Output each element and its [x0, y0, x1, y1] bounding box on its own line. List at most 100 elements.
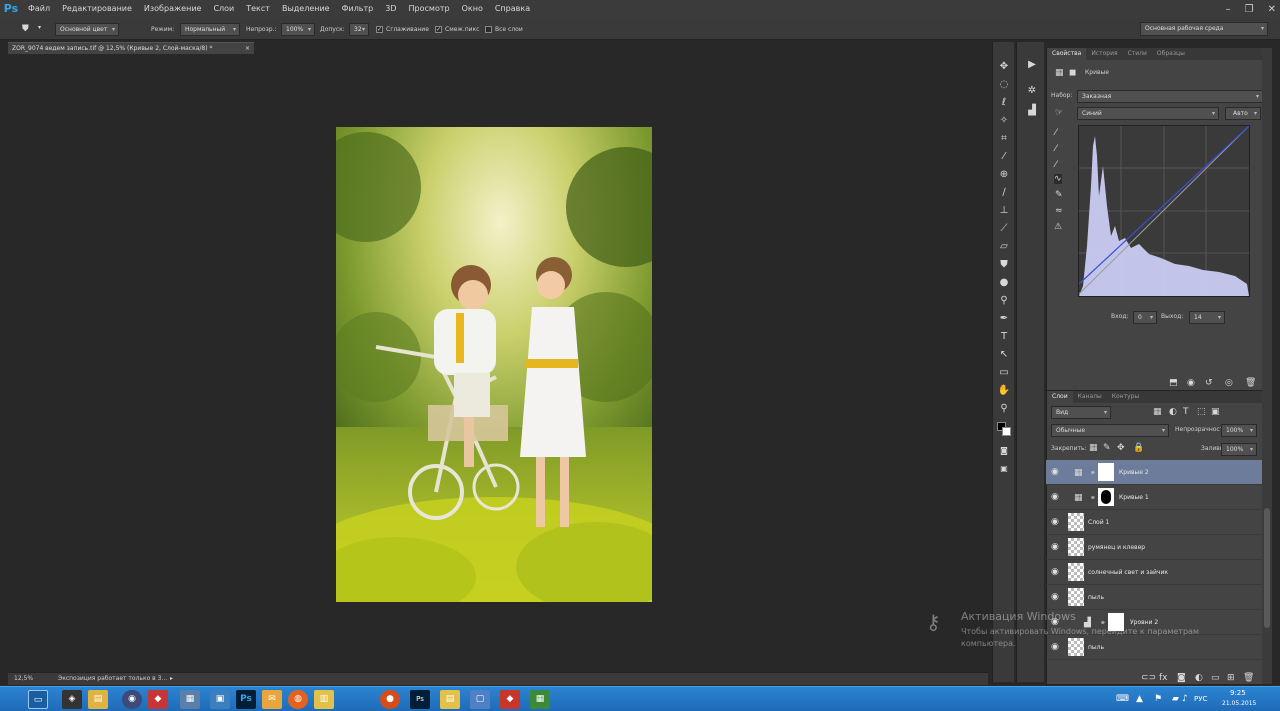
layer-opacity-input[interactable]: 100% [1221, 424, 1257, 437]
lock-pixels-icon[interactable]: ✎ [1103, 443, 1111, 453]
curves-histogram[interactable] [1078, 125, 1250, 297]
mask-icon[interactable]: ◼ [1069, 68, 1076, 78]
add-mask-icon[interactable]: ◙ [1177, 673, 1186, 683]
layer-row[interactable]: ◉ ▦ ⚭ Кривые 1 [1046, 485, 1262, 510]
antialias-checkbox[interactable]: ✓ [376, 26, 383, 33]
chain-icon[interactable]: ⚭ [1090, 493, 1096, 503]
filter-smart-icon[interactable]: ▣ [1211, 407, 1220, 417]
folder-icon[interactable]: ▤ [88, 690, 108, 709]
layer-row[interactable]: ◉ румянец и клевер [1046, 535, 1262, 560]
lock-position-icon[interactable]: ✥ [1117, 443, 1125, 453]
paint-bucket-icon[interactable]: ⛊ [22, 24, 29, 34]
folder-icon[interactable]: ▥ [314, 690, 334, 709]
tab-paths[interactable]: Контуры [1107, 391, 1144, 403]
tab-history[interactable]: История [1086, 48, 1122, 60]
new-group-icon[interactable]: ▭ [1211, 673, 1220, 683]
curve-pencil-icon[interactable]: ✎ [1055, 190, 1063, 200]
media-player-icon[interactable]: ◉ [122, 690, 142, 709]
paint-bucket-tool-icon[interactable]: ⛊ [997, 258, 1011, 272]
menu-view[interactable]: Просмотр [403, 0, 456, 18]
network-icon[interactable]: ▰ [1172, 694, 1179, 704]
menu-image[interactable]: Изображение [138, 0, 208, 18]
new-adjustment-icon[interactable]: ◐ [1195, 673, 1203, 683]
chain-icon[interactable]: ⚭ [1090, 468, 1096, 478]
eyedropper-black-icon[interactable]: ⁄ [1055, 128, 1057, 138]
shape-tool-icon[interactable]: ▭ [997, 366, 1011, 380]
filter-pixel-icon[interactable]: ▦ [1153, 407, 1162, 417]
chevron-down-icon[interactable]: ▾ [38, 23, 41, 33]
eye-icon[interactable]: ◉ [1051, 592, 1059, 602]
eyedropper-gray-icon[interactable]: ⁄ [1055, 144, 1057, 154]
app-icon[interactable]: ▣ [210, 690, 230, 709]
magic-wand-tool-icon[interactable]: ✧ [997, 114, 1011, 128]
smooth-curve-icon[interactable]: ≈ [1055, 206, 1063, 216]
menu-select[interactable]: Выделение [276, 0, 336, 18]
scrollbar-thumb[interactable] [1264, 508, 1270, 628]
target-adjust-icon[interactable]: ☞ [1055, 108, 1063, 118]
eye-icon[interactable]: ◉ [1051, 517, 1059, 527]
all-layers-checkbox[interactable] [485, 26, 492, 33]
layer-mask-thumbnail[interactable] [1098, 488, 1114, 506]
tab-channels[interactable]: Каналы [1073, 391, 1107, 403]
layer-mask-thumbnail[interactable] [1098, 463, 1114, 481]
layer-row[interactable]: ◉ Слой 1 [1046, 510, 1262, 535]
tab-layers[interactable]: Слои [1047, 391, 1073, 403]
zoom-tool-icon[interactable]: ⚲ [997, 402, 1011, 416]
clip-to-layer-icon[interactable]: ⬒ [1169, 378, 1178, 388]
tab-properties[interactable]: Свойства [1047, 48, 1087, 60]
contiguous-checkbox[interactable]: ✓ [435, 26, 442, 33]
delete-icon[interactable]: 🗑 [1245, 378, 1256, 388]
pen-tool-icon[interactable]: ✒ [997, 312, 1011, 326]
language-indicator[interactable]: РУС [1194, 695, 1207, 703]
menu-file[interactable]: Файл [22, 0, 56, 18]
eye-icon[interactable]: ◉ [1051, 467, 1059, 477]
blur-tool-icon[interactable]: ● [997, 276, 1011, 290]
desktop-icon[interactable]: ▭ [28, 690, 48, 709]
menu-edit[interactable]: Редактирование [56, 0, 138, 18]
document-tab[interactable]: ZOR_9074 ведем запись.tif @ 12,5% (Кривы… [8, 42, 254, 54]
eye-icon[interactable]: ◉ [1051, 492, 1059, 502]
tab-styles[interactable]: Стили [1123, 48, 1152, 60]
layer-thumbnail[interactable] [1068, 588, 1084, 606]
opacity-input[interactable]: 100% [281, 23, 315, 36]
preset-dropdown[interactable]: Заказная [1077, 90, 1263, 103]
crop-tool-icon[interactable]: ⌗ [997, 132, 1011, 146]
type-tool-icon[interactable]: T [997, 330, 1011, 344]
clipping-warning-icon[interactable]: ⚠ [1054, 222, 1062, 232]
layer-row[interactable]: ◉ солнечный свет и зайчик [1046, 560, 1262, 585]
status-arrow-icon[interactable]: ▸ [170, 673, 173, 685]
close-icon[interactable]: ✕ [1268, 4, 1276, 15]
channel-dropdown[interactable]: Синий [1077, 107, 1219, 120]
view-previous-icon[interactable]: ◉ [1187, 378, 1195, 388]
document-photo[interactable] [336, 127, 652, 602]
menu-text[interactable]: Текст [240, 0, 276, 18]
tab-swatches[interactable]: Образцы [1152, 48, 1190, 60]
mail-icon[interactable]: ✉ [262, 690, 282, 709]
layer-thumbnail[interactable] [1068, 538, 1084, 556]
flag-icon[interactable]: ⚑ [1154, 694, 1162, 704]
clock-time[interactable]: 9:25 [1230, 689, 1246, 697]
menu-3d[interactable]: 3D [379, 0, 402, 18]
clock-date[interactable]: 21.05.2015 [1222, 700, 1256, 707]
histogram-icon[interactable]: ▟ [1025, 104, 1039, 118]
layer-thumbnail[interactable] [1068, 563, 1084, 581]
app-icon[interactable]: ◈ [62, 690, 82, 709]
input-field[interactable]: 0 [1133, 311, 1157, 324]
curve-point-tool-icon[interactable]: ∿ [1054, 174, 1062, 184]
layer-row[interactable]: ◉ пыль [1046, 585, 1262, 610]
link-layers-icon[interactable]: ⊂⊃ [1141, 673, 1156, 683]
stamp-tool-icon[interactable]: ⊥ [997, 204, 1011, 218]
filter-adjustment-icon[interactable]: ◐ [1169, 407, 1177, 417]
menu-window[interactable]: Окно [456, 0, 489, 18]
eye-icon[interactable]: ◉ [1051, 542, 1059, 552]
app-window-icon[interactable]: ▢ [470, 690, 490, 709]
eye-icon[interactable]: ◉ [1051, 567, 1059, 577]
panels-scrollbar[interactable] [1262, 48, 1272, 684]
app-window-icon[interactable]: ◆ [500, 690, 520, 709]
app-window-icon[interactable]: ▦ [530, 690, 550, 709]
new-layer-icon[interactable]: ⊞ [1227, 673, 1235, 683]
mode-dropdown[interactable]: Нормальный [180, 23, 240, 36]
play-icon[interactable]: ▶ [1025, 58, 1039, 72]
blend-mode-dropdown[interactable]: Обычные [1051, 424, 1169, 437]
eyedropper-white-icon[interactable]: ⁄ [1055, 160, 1057, 170]
